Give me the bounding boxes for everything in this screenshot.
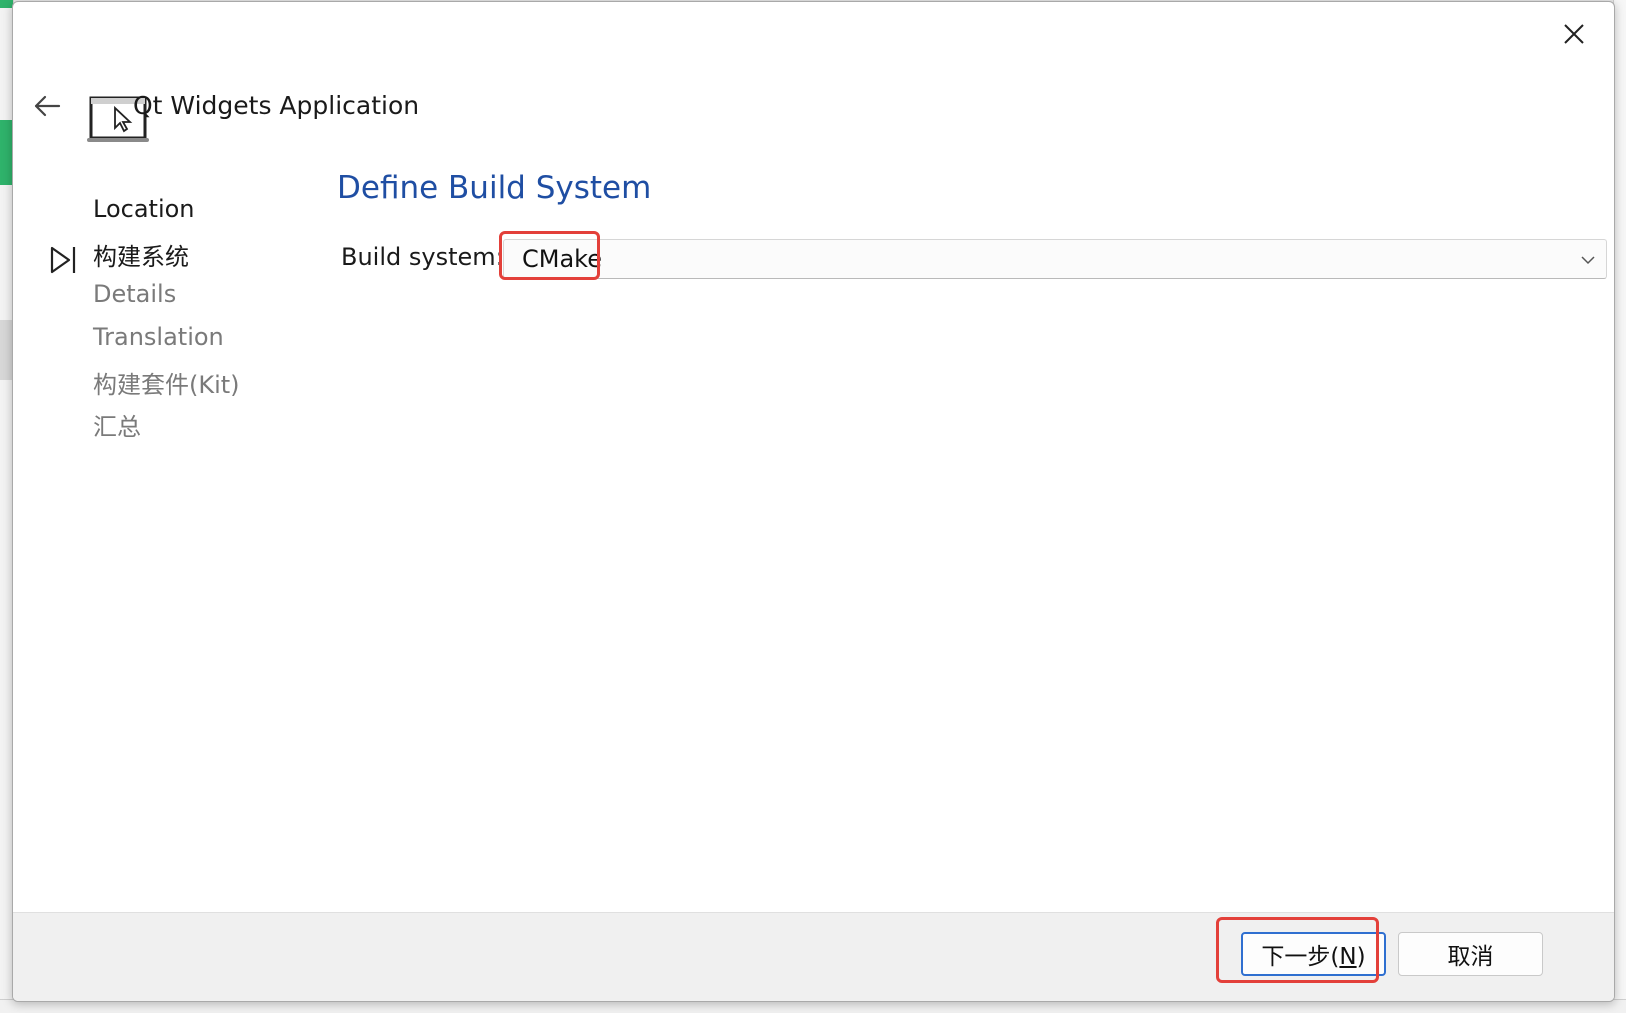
chevron-down-icon <box>1581 256 1595 265</box>
step-location: Location <box>93 195 195 223</box>
next-button[interactable]: 下一步(N) <box>1241 932 1386 976</box>
button-bar: 下一步(N) 取消 <box>13 912 1614 1001</box>
step-kits: 构建套件(Kit) <box>93 371 240 399</box>
page-title: Define Build System <box>337 170 652 206</box>
step-build-system: 构建系统 <box>93 243 189 271</box>
build-system-combobox[interactable]: CMake <box>503 239 1607 279</box>
back-button[interactable] <box>27 86 67 126</box>
next-button-label: 下一步(N) <box>1261 944 1366 970</box>
build-system-value: CMake <box>522 245 602 273</box>
close-button[interactable] <box>1554 14 1594 54</box>
build-system-label: Build system: <box>341 243 504 271</box>
step-details: Details <box>93 280 177 308</box>
cancel-button[interactable]: 取消 <box>1398 932 1543 976</box>
new-project-wizard-dialog: Qt Widgets Application Location 构建系统 Det… <box>12 1 1615 1002</box>
step-summary: 汇总 <box>93 413 141 441</box>
arrow-left-icon <box>34 95 61 117</box>
wizard-title: Qt Widgets Application <box>133 91 420 120</box>
close-icon <box>1564 24 1584 44</box>
play-step-icon <box>50 246 76 274</box>
step-translation: Translation <box>93 323 224 351</box>
